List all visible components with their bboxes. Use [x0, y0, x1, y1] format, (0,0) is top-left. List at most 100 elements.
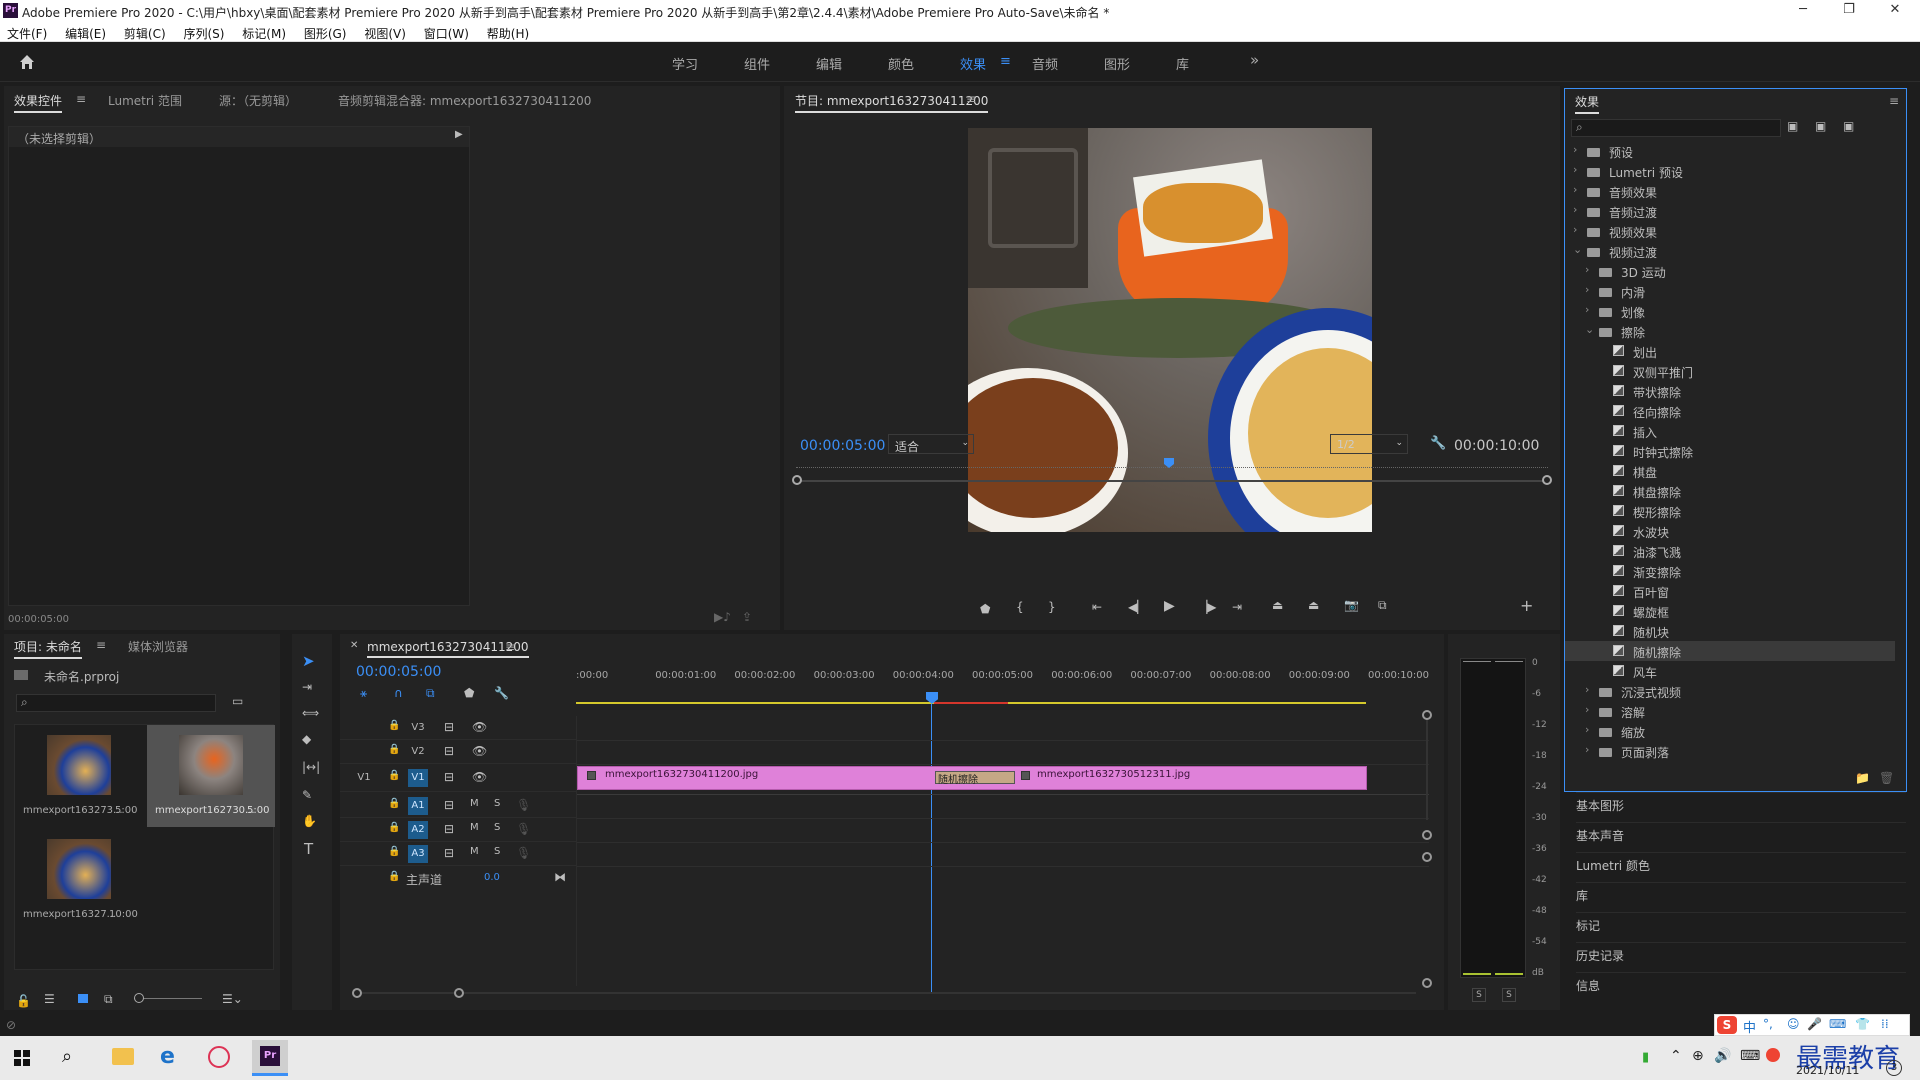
program-video-frame[interactable]: [968, 128, 1372, 532]
panel-info[interactable]: 信息: [1576, 972, 1906, 998]
comparison-view-icon[interactable]: ⧉: [1378, 598, 1387, 613]
tray-app-icon[interactable]: ▮: [1642, 1050, 1649, 1065]
menu-sequence[interactable]: 序列(S): [176, 22, 231, 42]
menu-window[interactable]: 窗口(W): [417, 22, 476, 42]
time-ruler[interactable]: :00:00 00:00:01:00 00:00:02:00 00:00:03:00 0…: [576, 670, 1436, 706]
zoom-handle-left[interactable]: [792, 475, 802, 485]
chevron-right-icon[interactable]: ›: [1585, 683, 1589, 696]
ime-voice-icon[interactable]: 🎤: [1807, 1017, 1822, 1031]
chevron-right-icon[interactable]: ›: [1573, 163, 1577, 176]
tab-source[interactable]: 源：（无剪辑）: [219, 92, 297, 109]
zoom-slider-handle[interactable]: [134, 993, 144, 1003]
ime-menu-icon[interactable]: ⁞⁞: [1881, 1017, 1889, 1031]
track-a1-label[interactable]: A1: [408, 797, 428, 815]
tray-chevron-up-icon[interactable]: ⌃: [1670, 1048, 1682, 1064]
program-timecode[interactable]: 00:00:05:00: [800, 438, 885, 454]
lock-icon[interactable]: 🔒: [388, 720, 400, 731]
mute-button[interactable]: M: [470, 846, 479, 857]
yuv-effects-icon[interactable]: ▣: [1843, 119, 1854, 133]
track-header-v2[interactable]: 🔒 V2 ⊟ 👁: [340, 740, 576, 764]
eye-icon[interactable]: 👁: [472, 770, 487, 784]
sync-lock-icon[interactable]: ⊟: [444, 822, 454, 836]
tab-effect-controls[interactable]: 效果控件: [14, 92, 63, 113]
effect-item[interactable]: 插入: [1565, 421, 1895, 441]
input-indicator-icon[interactable]: ⌨: [1740, 1048, 1760, 1064]
effect-item[interactable]: 时钟式擦除: [1565, 441, 1895, 461]
pen-tool-icon[interactable]: ✎: [302, 788, 312, 802]
list-view-icon[interactable]: ☰: [44, 992, 55, 1006]
sync-lock-icon[interactable]: ⊟: [444, 720, 454, 734]
sync-lock-icon[interactable]: ⊟: [444, 846, 454, 860]
menu-clip[interactable]: 剪辑(C): [117, 22, 173, 42]
voiceover-mic-icon[interactable]: 🎙: [516, 846, 531, 860]
tab-media-browser[interactable]: 媒体浏览器: [128, 638, 188, 655]
ie-browser-icon[interactable]: e: [160, 1044, 175, 1069]
effects-folder[interactable]: › 音频效果: [1565, 181, 1895, 201]
menu-edit[interactable]: 编辑(E): [58, 22, 113, 42]
mark-out-icon[interactable]: }: [1048, 600, 1056, 614]
effect-item[interactable]: 风车: [1565, 661, 1895, 681]
lock-icon[interactable]: 🔒: [388, 822, 400, 833]
sogou-tray-icon[interactable]: [1766, 1048, 1780, 1062]
menu-file[interactable]: 文件(F): [0, 22, 54, 42]
effects-folder[interactable]: › 缩放: [1565, 721, 1895, 741]
transition-random-wipe[interactable]: 随机擦除: [935, 771, 1015, 786]
effect-item[interactable]: 油漆飞溅: [1565, 541, 1895, 561]
vscroll-track[interactable]: [1426, 720, 1428, 820]
chevron-down-icon[interactable]: ⌄: [1585, 323, 1594, 336]
add-marker-icon[interactable]: ⬟: [464, 686, 474, 700]
app-icon[interactable]: [208, 1046, 230, 1068]
lock-icon[interactable]: 🔒: [388, 744, 400, 755]
effects-folder[interactable]: ⌄ 视频过渡: [1565, 241, 1895, 261]
fit-dropdown[interactable]: 适合 ⌄: [888, 434, 974, 454]
track-a2-label[interactable]: A2: [408, 821, 428, 839]
ime-keyboard-icon[interactable]: ⌨: [1829, 1017, 1846, 1031]
audio-vscroll-handle-bottom[interactable]: [1422, 978, 1432, 988]
effect-item[interactable]: 渐变擦除: [1565, 561, 1895, 581]
effects-folder[interactable]: › 内滑: [1565, 281, 1895, 301]
solo-right-button[interactable]: S: [1502, 988, 1516, 1002]
mute-button[interactable]: M: [470, 822, 479, 833]
track-header-v3[interactable]: 🔒 V3 ⊟ 👁: [340, 716, 576, 740]
effects-folder[interactable]: › 音频过渡: [1565, 201, 1895, 221]
panel-essential-graphics[interactable]: 基本图形: [1576, 792, 1906, 818]
expand-arrow-icon[interactable]: ▶: [455, 129, 463, 140]
panel-essential-sound[interactable]: 基本声音: [1576, 822, 1906, 848]
zoom-handle-right[interactable]: [1542, 475, 1552, 485]
project-item[interactable]: mmexport163273... 5:00: [23, 733, 137, 825]
workspace-libraries[interactable]: 库: [1176, 54, 1189, 73]
go-to-in-icon[interactable]: ⇤: [1092, 600, 1102, 614]
home-icon[interactable]: [18, 53, 36, 70]
timeline-timecode[interactable]: 00:00:05:00: [356, 664, 441, 680]
clip-2[interactable]: mmexport1632730512311.jpg: [1013, 766, 1367, 790]
eye-icon[interactable]: 👁: [472, 720, 487, 734]
chevron-right-icon[interactable]: ›: [1573, 183, 1577, 196]
sort-icon[interactable]: ☰⌄: [222, 992, 243, 1006]
menu-marker[interactable]: 标记(M): [235, 22, 293, 42]
mute-button[interactable]: M: [470, 798, 479, 809]
solo-button[interactable]: S: [494, 822, 500, 833]
menu-view[interactable]: 视图(V): [357, 22, 413, 42]
hand-tool-icon[interactable]: ✋: [302, 814, 317, 828]
lock-icon[interactable]: 🔓: [16, 994, 31, 1008]
premiere-taskbar-button[interactable]: Pr: [252, 1040, 288, 1076]
lock-icon[interactable]: 🔒: [388, 871, 400, 882]
sync-lock-icon[interactable]: ⊟: [444, 770, 454, 784]
chevron-right-icon[interactable]: ›: [1585, 283, 1589, 296]
step-back-icon[interactable]: ◀▏: [1128, 600, 1146, 614]
voiceover-mic-icon[interactable]: 🎙: [516, 822, 531, 836]
linked-selection-icon[interactable]: ⧉: [426, 686, 435, 701]
effect-item[interactable]: 螺旋框: [1565, 601, 1895, 621]
clock-date[interactable]: 2021/10/11: [1796, 1064, 1859, 1077]
accelerated-effects-icon[interactable]: ▣: [1787, 119, 1798, 133]
effect-item[interactable]: 双侧平推门: [1565, 361, 1895, 381]
play-icon[interactable]: ▶: [1164, 598, 1175, 614]
effects-folder[interactable]: › 溶解: [1565, 701, 1895, 721]
icon-view-icon[interactable]: [78, 994, 88, 1003]
track-area[interactable]: mmexport1632730411200.jpg 随机擦除 mmexport1…: [576, 716, 1429, 986]
effects-folder[interactable]: › 页面剥落: [1565, 741, 1895, 761]
panel-libraries[interactable]: 库: [1576, 882, 1906, 908]
notification-badge[interactable]: 3: [1886, 1060, 1902, 1076]
sync-lock-icon[interactable]: ⊟: [444, 798, 454, 812]
close-sequence-icon[interactable]: ✕: [350, 640, 358, 651]
